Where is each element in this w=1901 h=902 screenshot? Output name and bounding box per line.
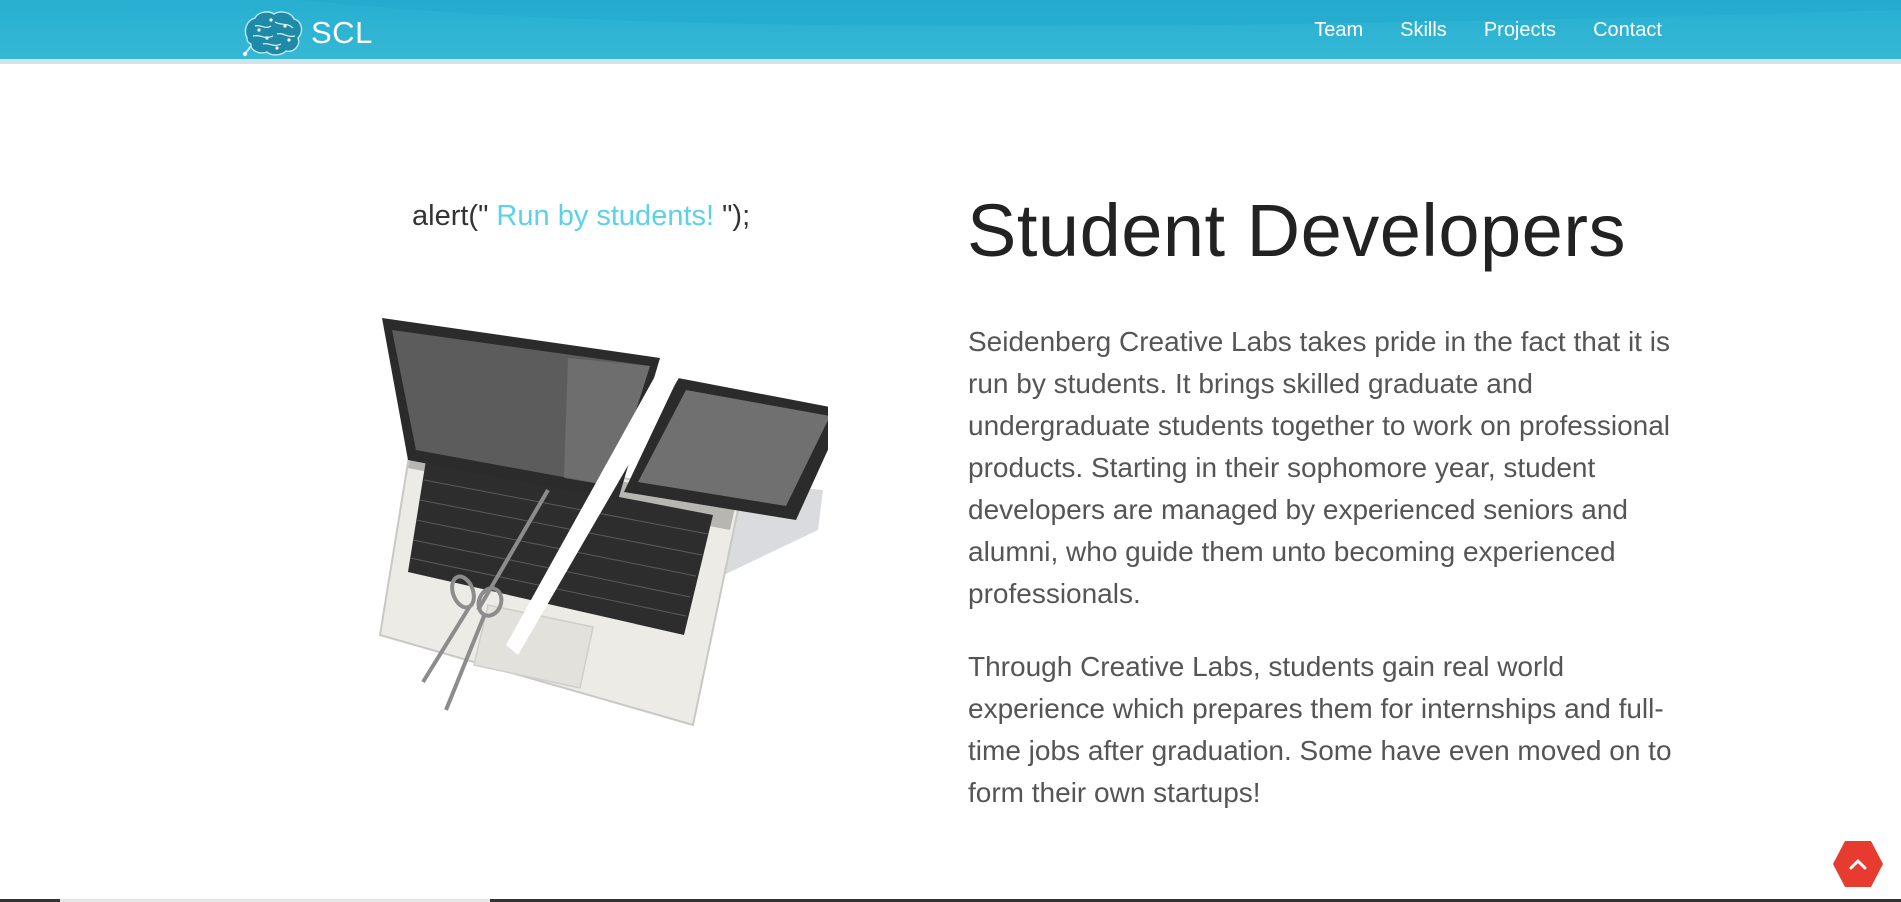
nav-contact-link[interactable]: Contact [1593,19,1662,42]
laptop-scissors-illustration [378,318,828,727]
nav-team-link[interactable]: Team [1314,19,1363,42]
top-navbar: SCL Team Skills Projects Contact [0,0,1901,64]
brand-home-link[interactable]: SCL [241,8,373,58]
nav-projects-link[interactable]: Projects [1484,19,1556,42]
alert-tagline: alert(" Run by students! "); [412,200,750,233]
alert-highlight: Run by students! [488,200,723,232]
back-to-top-button[interactable] [1832,840,1884,888]
brain-icon [242,11,303,57]
nav-skills-link[interactable]: Skills [1400,19,1447,42]
intro-paragraph: Seidenberg Creative Labs takes pride in … [968,326,1671,609]
experience-paragraph: Through Creative Labs, students gain rea… [968,651,1672,808]
brand-name: SCL [311,15,373,50]
page-title: Student Developers [967,189,1626,272]
alert-suffix: "); [722,200,751,232]
main-nav: Team Skills Projects Contact [1314,0,1662,59]
alert-prefix: alert(" [412,200,489,232]
